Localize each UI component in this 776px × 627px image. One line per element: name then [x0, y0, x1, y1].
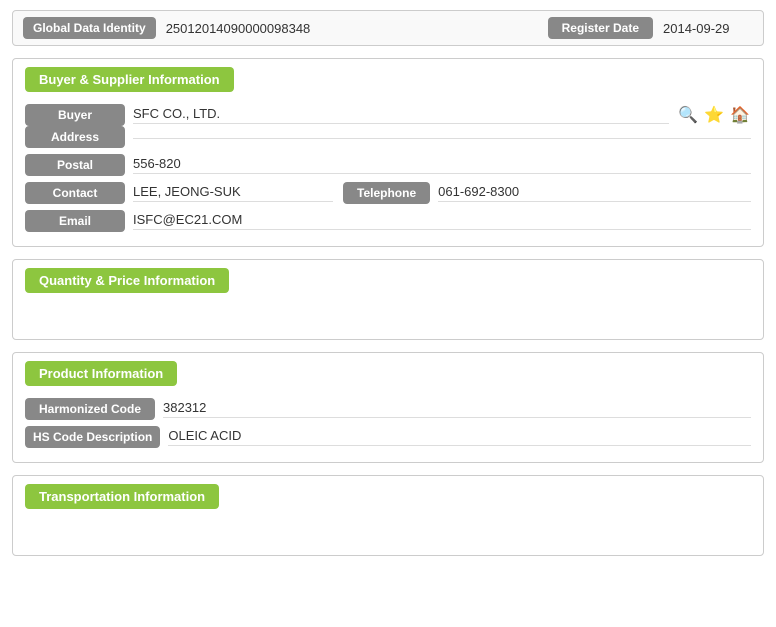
product-info-header: Product Information: [25, 361, 177, 386]
hs-desc-label: HS Code Description: [25, 426, 160, 448]
buyer-main: Buyer SFC CO., LTD.: [25, 104, 669, 126]
register-date-label: Register Date: [548, 17, 653, 39]
quantity-price-header: Quantity & Price Information: [25, 268, 229, 293]
contact-row: Contact LEE, JEONG-SUK Telephone 061-692…: [25, 182, 751, 204]
transportation-header: Transportation Information: [25, 484, 219, 509]
postal-row: Postal 556-820: [25, 154, 751, 176]
hs-desc-row: HS Code Description OLEIC ACID: [25, 426, 751, 448]
telephone-label: Telephone: [343, 182, 430, 204]
quantity-price-section: Quantity & Price Information: [12, 259, 764, 340]
buyer-row: Buyer SFC CO., LTD. 🔍 ⭐ 🏠: [25, 104, 751, 126]
harmonized-code-row: Harmonized Code 382312: [25, 398, 751, 420]
star-icon[interactable]: ⭐: [703, 104, 725, 126]
email-value: ISFC@EC21.COM: [133, 212, 751, 230]
email-row: Email ISFC@EC21.COM: [25, 210, 751, 232]
global-identity-bar: Global Data Identity 2501201409000009834…: [12, 10, 764, 46]
postal-label: Postal: [25, 154, 125, 176]
transportation-content: [25, 521, 751, 541]
contact-label: Contact: [25, 182, 125, 204]
quantity-price-content: [25, 305, 751, 325]
contact-value: LEE, JEONG-SUK: [133, 184, 333, 202]
icon-group: 🔍 ⭐ 🏠: [677, 104, 751, 126]
address-row: Address: [25, 126, 751, 148]
harmonized-code-value: 382312: [163, 400, 751, 418]
address-value: [133, 136, 751, 139]
buyer-value: SFC CO., LTD.: [133, 106, 669, 124]
search-icon[interactable]: 🔍: [677, 104, 699, 126]
buyer-label: Buyer: [25, 104, 125, 126]
buyer-supplier-header: Buyer & Supplier Information: [25, 67, 234, 92]
product-info-section: Product Information Harmonized Code 3823…: [12, 352, 764, 463]
transportation-section: Transportation Information: [12, 475, 764, 556]
home-icon[interactable]: 🏠: [729, 104, 751, 126]
buyer-supplier-section: Buyer & Supplier Information Buyer SFC C…: [12, 58, 764, 247]
postal-value: 556-820: [133, 156, 751, 174]
register-date-value: 2014-09-29: [663, 21, 753, 36]
global-identity-value: 25012014090000098348: [166, 21, 548, 36]
hs-desc-value: OLEIC ACID: [168, 428, 751, 446]
email-label: Email: [25, 210, 125, 232]
harmonized-code-label: Harmonized Code: [25, 398, 155, 420]
address-label: Address: [25, 126, 125, 148]
page-wrapper: Global Data Identity 2501201409000009834…: [0, 0, 776, 578]
telephone-value: 061-692-8300: [438, 184, 751, 202]
global-identity-label: Global Data Identity: [23, 17, 156, 39]
